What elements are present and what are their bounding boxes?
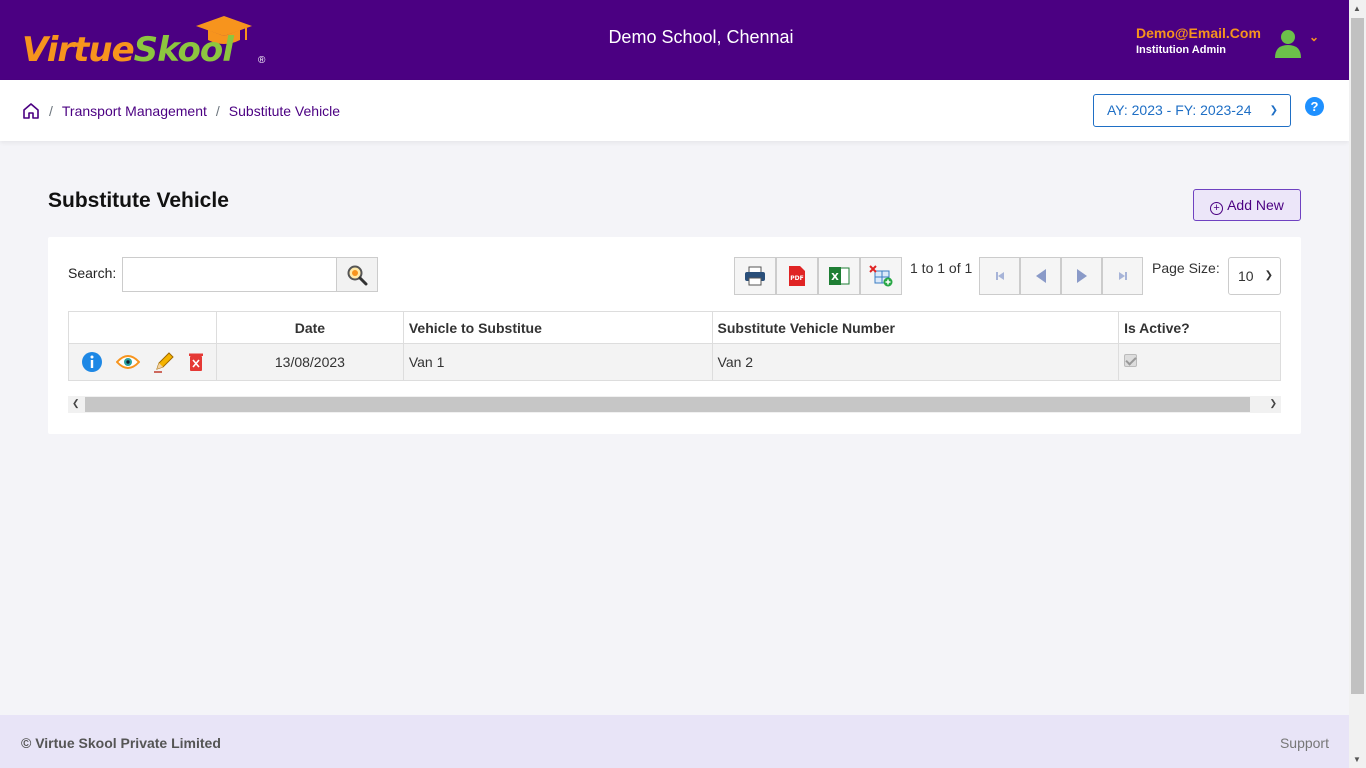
- table-header-row: Date Vehicle to Substitue Substitute Veh…: [68, 311, 1281, 344]
- chevron-down-icon[interactable]: ⌄: [1309, 30, 1319, 44]
- delete-icon[interactable]: [188, 352, 204, 372]
- printer-icon: [745, 266, 765, 286]
- breadcrumb-transport-management[interactable]: Transport Management: [62, 103, 207, 119]
- footer: © Virtue Skool Private Limited Support: [0, 715, 1349, 768]
- column-header-vehicle[interactable]: Vehicle to Substitue: [402, 311, 713, 344]
- breadcrumb-substitute-vehicle: Substitute Vehicle: [228, 103, 341, 119]
- next-page-icon: [1076, 269, 1087, 283]
- breadcrumb-separator: /: [215, 103, 220, 119]
- scroll-right-arrow-icon[interactable]: ❯: [1269, 398, 1277, 409]
- breadcrumb-separator: /: [49, 103, 53, 119]
- cell-vehicle: Van 1: [402, 343, 713, 381]
- academic-year-select[interactable]: AY: 2023 - FY: 2023-24 ❯: [1093, 94, 1291, 127]
- chevron-down-icon: ❯: [1269, 105, 1278, 116]
- copyright-text: © Virtue Skool Private Limited: [21, 735, 221, 751]
- user-avatar-icon[interactable]: [1274, 28, 1302, 58]
- page-vertical-scrollbar[interactable]: ▲ ▼: [1349, 0, 1366, 768]
- next-page-button[interactable]: [1061, 257, 1102, 295]
- user-role: Institution Admin: [1136, 44, 1227, 56]
- data-grid-card: Search: PDF X 1 to 1 of 1 Page Size: 10 …: [48, 237, 1301, 434]
- table-columns-icon: [869, 265, 893, 287]
- academic-year-value: AY: 2023 - FY: 2023-24: [1107, 102, 1252, 118]
- scrollbar-thumb[interactable]: [1351, 18, 1364, 694]
- edit-pencil-icon[interactable]: [153, 351, 175, 373]
- help-icon[interactable]: ?: [1305, 97, 1324, 116]
- plus-circle-icon: +: [1210, 202, 1224, 215]
- info-icon[interactable]: [81, 351, 103, 373]
- scroll-down-arrow-icon[interactable]: ▼: [1353, 755, 1361, 764]
- column-chooser-button[interactable]: [860, 257, 902, 295]
- svg-text:X: X: [831, 272, 839, 283]
- page-size-select[interactable]: 10 ❯: [1228, 257, 1281, 295]
- add-new-button[interactable]: + Add New: [1193, 189, 1301, 221]
- export-excel-button[interactable]: X: [818, 257, 860, 295]
- user-email[interactable]: Demo@Email.Com: [1136, 25, 1261, 41]
- first-page-button[interactable]: [979, 257, 1020, 295]
- svg-text:PDF: PDF: [790, 275, 803, 282]
- table-row: 13/08/2023 Van 1 Van 2: [68, 343, 1281, 381]
- breadcrumb: / Transport Management / Substitute Vehi…: [22, 102, 340, 120]
- search-button[interactable]: [336, 257, 378, 292]
- top-header: VirtueSkool ® Demo School, Chennai Demo@…: [0, 0, 1349, 80]
- substitute-vehicle-table: Date Vehicle to Substitue Substitute Veh…: [68, 311, 1281, 381]
- first-page-icon: [995, 272, 1004, 280]
- cell-date: 13/08/2023: [215, 343, 404, 381]
- column-header-actions: [68, 311, 217, 344]
- record-count: 1 to 1 of 1: [910, 260, 973, 276]
- prev-page-icon: [1035, 269, 1046, 283]
- home-icon[interactable]: [22, 102, 40, 120]
- column-header-date[interactable]: Date: [215, 311, 404, 344]
- export-pdf-button[interactable]: PDF: [776, 257, 818, 295]
- pdf-icon: PDF: [789, 266, 805, 286]
- page-size-value: 10: [1238, 268, 1254, 284]
- search-input[interactable]: [122, 257, 337, 292]
- last-page-button[interactable]: [1102, 257, 1143, 295]
- cell-is-active: [1118, 343, 1281, 381]
- scroll-left-arrow-icon[interactable]: ❮: [72, 398, 80, 409]
- add-new-label: Add New: [1227, 197, 1284, 213]
- breadcrumb-bar: / Transport Management / Substitute Vehi…: [0, 80, 1349, 141]
- cell-substitute-number: Van 2: [711, 343, 1120, 381]
- column-header-substitute-number[interactable]: Substitute Vehicle Number: [711, 311, 1120, 344]
- row-actions: [68, 343, 217, 381]
- magnifier-icon: [347, 265, 368, 285]
- column-header-is-active[interactable]: Is Active?: [1118, 311, 1281, 344]
- page-size-label: Page Size:: [1152, 260, 1220, 276]
- chevron-down-icon: ❯: [1264, 270, 1273, 281]
- print-button[interactable]: [734, 257, 776, 295]
- search-label: Search:: [68, 265, 117, 281]
- is-active-checkbox: [1124, 354, 1138, 367]
- registered-mark: ®: [258, 55, 266, 66]
- excel-icon: X: [829, 267, 850, 285]
- page-title: Substitute Vehicle: [48, 189, 229, 212]
- scrollbar-thumb[interactable]: [85, 397, 1250, 412]
- last-page-icon: [1118, 272, 1127, 280]
- view-eye-icon[interactable]: [116, 354, 140, 370]
- horizontal-scrollbar[interactable]: ❮ ❯: [68, 396, 1281, 413]
- support-link[interactable]: Support: [1280, 735, 1329, 751]
- scroll-up-arrow-icon[interactable]: ▲: [1353, 4, 1361, 13]
- prev-page-button[interactable]: [1020, 257, 1061, 295]
